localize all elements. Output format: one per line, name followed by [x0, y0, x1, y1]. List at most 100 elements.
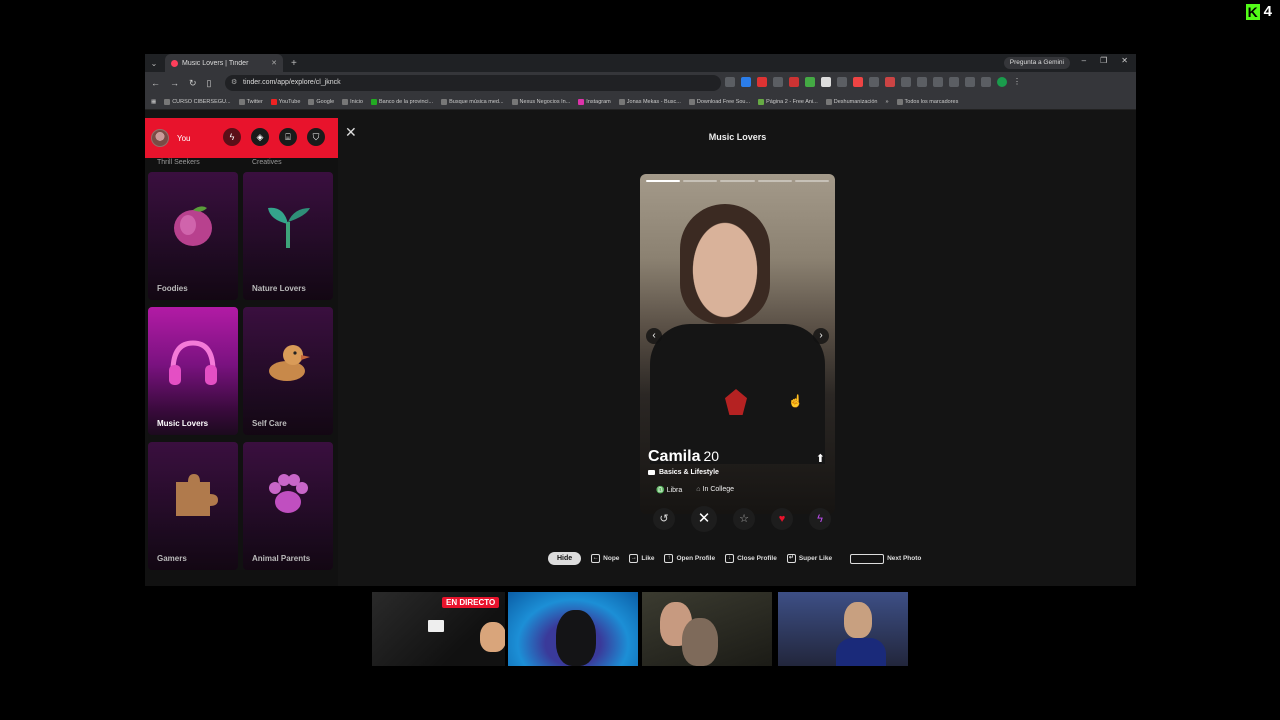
extension-icon[interactable] — [789, 77, 799, 87]
streamer-cam — [508, 592, 638, 666]
like-button[interactable]: ♥ — [771, 508, 793, 530]
graduation-cap-icon: ⌂ — [696, 486, 701, 493]
category-card-foodies[interactable]: Foodies — [148, 172, 238, 300]
history-icon[interactable] — [917, 77, 927, 87]
reload-icon[interactable]: ↻ — [189, 78, 197, 89]
category-grid: Foodies Nature Lovers Music Lovers Self … — [148, 172, 333, 570]
extension-icon[interactable] — [805, 77, 815, 87]
download-icon[interactable] — [949, 77, 959, 87]
folder-icon — [896, 98, 903, 105]
bookmark-item[interactable]: YouTube — [270, 98, 300, 105]
extension-icon[interactable] — [837, 77, 847, 87]
bookmark-item[interactable]: Jonas Mekas - Busc... — [618, 98, 681, 105]
extension-icon[interactable] — [757, 77, 767, 87]
page-icon — [825, 98, 832, 105]
window-close-icon[interactable]: ✕ — [1121, 56, 1128, 65]
back-icon[interactable]: ← — [151, 78, 160, 88]
sync-icon[interactable] — [965, 77, 975, 87]
extension-icon[interactable] — [869, 77, 879, 87]
active-tab[interactable]: Music Lovers | Tinder ✕ — [165, 54, 283, 72]
category-card-nature-lovers[interactable]: Nature Lovers — [243, 172, 333, 300]
devtools-icon[interactable] — [933, 77, 943, 87]
tinder-page: You ϟ ◈ ⌸ ⛉ Thrill Seekers Creatives Foo… — [145, 110, 1136, 586]
bookmark-item[interactable]: Página 2 - Free Ani... — [758, 98, 818, 105]
bookmarks-bar: ▦ CURSO CIBERSEGU... Twitter YouTube Goo… — [145, 94, 1136, 110]
extension-icon[interactable] — [725, 77, 735, 87]
bookmark-item[interactable]: Banco de la provinci... — [371, 98, 433, 105]
extension-icon[interactable] — [821, 77, 831, 87]
sidebar-toggle-icon[interactable]: ▯ — [207, 78, 212, 89]
extension-icon[interactable] — [773, 77, 783, 87]
streamer-cam — [642, 592, 772, 666]
profile-avatar-icon[interactable] — [997, 77, 1007, 87]
up-arrow-key-icon: ↑ — [664, 554, 674, 563]
folder-icon — [164, 98, 171, 105]
browser-menu-icon[interactable]: ⋮ — [1013, 77, 1021, 87]
keyboard-shortcuts: Hide ← Nope → Like ↑ Open Profile ↓ Close Pr… — [548, 552, 921, 565]
extension-icon[interactable] — [853, 77, 863, 87]
category-name: Music Lovers — [157, 419, 209, 428]
url-field[interactable]: ⚙ tinder.com/app/explore/cl_jknck — [225, 75, 721, 91]
page-icon — [758, 98, 765, 105]
category-card-music-lovers[interactable]: Music Lovers — [148, 307, 238, 435]
nope-button[interactable]: ✕ — [691, 506, 717, 532]
new-tab-button[interactable]: + — [291, 58, 297, 69]
window-controls: – ❐ ✕ — [1082, 56, 1128, 65]
site-info-icon[interactable]: ⚙ — [231, 75, 237, 91]
reading-list-icon[interactable] — [981, 77, 991, 87]
zodiac-icon: ♎ — [656, 487, 665, 494]
apps-grid-icon[interactable]: ▦ — [151, 99, 156, 105]
bookmark-item[interactable]: Busque música med... — [441, 98, 504, 105]
category-label-thrill-seekers[interactable]: Thrill Seekers — [157, 159, 200, 166]
shortcut-nope: ← Nope — [591, 554, 620, 563]
extensions-puzzle-icon[interactable] — [901, 77, 911, 87]
bookmark-item[interactable]: Download Free Sou... — [688, 98, 750, 105]
category-label-creatives[interactable]: Creatives — [252, 159, 282, 166]
bookmark-item[interactable]: Inicio — [342, 98, 363, 105]
next-photo-icon[interactable]: › — [813, 328, 829, 344]
tag-college: ⌂ In College — [696, 486, 735, 493]
forward-icon[interactable]: → — [170, 78, 179, 88]
bookmark-item[interactable]: CURSO CIBERSEGU... — [164, 98, 231, 105]
shortcut-next-photo: Next Photo — [842, 553, 921, 564]
tab-close-icon[interactable]: ✕ — [271, 59, 277, 67]
category-card-gamers[interactable]: Gamers — [148, 442, 238, 570]
pen-icon — [511, 98, 518, 105]
instagram-icon — [578, 98, 585, 105]
open-profile-icon[interactable]: ⬆ — [816, 452, 825, 465]
streamer-cam-strip: EN DIRECTO — [372, 592, 908, 666]
left-arrow-key-icon: ← — [591, 554, 601, 563]
tinder-favicon-icon — [171, 59, 178, 67]
restore-icon[interactable]: ❐ — [1100, 56, 1107, 65]
super-like-button[interactable]: ☆ — [733, 508, 755, 530]
bookmark-item[interactable]: Deshumanización — [825, 98, 877, 105]
extensions-toolbar: ⋮ — [725, 77, 1021, 87]
streamer-cam — [778, 592, 908, 666]
gemini-button[interactable]: Pregunta a Gemini — [1003, 57, 1070, 69]
shortcut-super-like: ↵ Super Like — [786, 554, 833, 563]
extension-icon[interactable] — [885, 77, 895, 87]
category-card-animal-parents[interactable]: Animal Parents — [243, 442, 333, 570]
profile-card[interactable]: ‹ › Camila 20 ⬆ Basics & Lifestyle ♎ Libra… — [640, 174, 835, 514]
category-card-self-care[interactable]: Self Care — [243, 307, 333, 435]
all-bookmarks-folder[interactable]: Todos los marcadores — [896, 98, 958, 105]
photo-progress-segment — [683, 180, 718, 182]
shortcut-close-profile: ↓ Close Profile — [725, 554, 777, 563]
bookmark-item[interactable]: Instagram — [578, 98, 611, 105]
minimize-icon[interactable]: – — [1082, 56, 1086, 65]
boost-button[interactable]: ϟ — [809, 508, 831, 530]
prev-photo-icon[interactable]: ‹ — [646, 328, 662, 344]
action-buttons: ↺ ✕ ☆ ♥ ϟ — [653, 506, 831, 532]
rewind-button[interactable]: ↺ — [653, 508, 675, 530]
bookmark-item[interactable]: Twitter — [238, 98, 263, 105]
bookmark-item[interactable]: Nexus Negocios In... — [511, 98, 570, 105]
space-key-icon — [850, 553, 885, 564]
more-bookmarks-icon[interactable]: » — [885, 99, 888, 105]
streamer-head — [556, 610, 596, 666]
extension-icon[interactable] — [741, 77, 751, 87]
page-icon — [688, 98, 695, 105]
tab-search-icon[interactable]: ⌄ — [145, 59, 163, 68]
bookmark-item[interactable]: Google — [308, 98, 334, 105]
hide-shortcuts-button[interactable]: Hide — [548, 552, 582, 565]
category-name: Self Care — [252, 419, 287, 428]
